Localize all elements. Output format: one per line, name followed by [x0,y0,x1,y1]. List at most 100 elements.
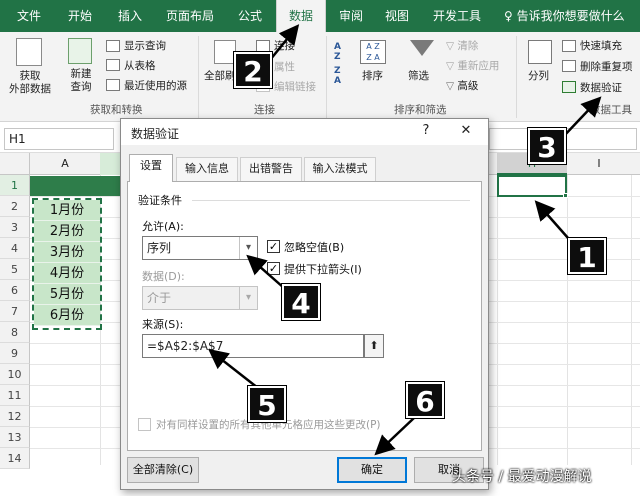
row-header[interactable]: 4 [0,238,30,259]
text-to-columns-button[interactable]: 分列 [528,68,549,83]
get-external-data-icon [16,38,42,66]
help-button[interactable]: ? [417,123,435,138]
row-header[interactable]: 13 [0,427,30,448]
tab-ime-mode[interactable]: 输入法模式 [304,157,376,181]
recent-sources-button[interactable]: 最近使用的源 [124,78,187,93]
data-select[interactable]: 介于 ▾ [142,286,258,310]
lightbulb-icon: ♀ [504,9,517,23]
row-header[interactable]: 14 [0,448,30,469]
group-sort-filter-label: 排序和筛选 [394,104,447,116]
selected-cell-h1[interactable] [497,175,567,197]
sort-button[interactable]: 排序 [362,68,383,83]
tell-me-box[interactable]: ♀ 告诉我你想要做什么 [504,0,638,32]
tab-home[interactable]: 开始 [56,0,104,32]
remove-duplicates-icon [562,60,576,72]
show-queries-button[interactable]: 显示查询 [124,38,166,53]
tab-formulas[interactable]: 公式 [228,0,272,32]
ignore-blank-checkbox[interactable]: ✓ [267,240,280,253]
data-validation-icon [562,81,576,93]
column-header-a[interactable]: A [30,153,100,175]
step-badge-5: 5 [248,386,286,422]
advanced-filter-label: 高级 [457,80,479,92]
tab-file[interactable]: 文件 [4,0,54,32]
row-header[interactable]: 9 [0,343,30,364]
sort-az-icon[interactable]: A Z [334,42,352,62]
clear-all-button[interactable]: 全部清除(C) [127,457,199,483]
select-all-corner[interactable] [0,153,30,175]
step-badge-4: 4 [282,284,320,320]
advanced-filter-button[interactable]: ▽ 高级 [446,78,478,93]
row-header[interactable]: 1 [0,175,30,196]
sort-za-icon[interactable]: Z A [334,66,352,86]
collapse-range-button[interactable]: ⬆ [364,334,384,358]
step-badge-1: 1 [568,238,606,274]
range-select-icon: ⬆ [369,339,379,352]
in-cell-dropdown-checkbox[interactable]: ✓ [267,262,280,275]
refresh-all-icon [214,40,236,64]
gridline [631,175,632,465]
group-divider [516,36,517,118]
criteria-divider [192,200,470,201]
group-get-transform-label: 获取和转换 [90,104,143,116]
allow-select[interactable]: 序列 ▾ [142,236,258,260]
connections-button[interactable]: 连接 [274,38,295,53]
close-button[interactable]: ✕ [457,123,475,138]
row-header[interactable]: 2 [0,196,30,217]
clear-filter-button[interactable]: ▽ 清除 [446,38,478,53]
tab-view[interactable]: 视图 [376,0,418,32]
source-label: 来源(S): [142,318,184,331]
properties-button[interactable]: 属性 [274,59,295,74]
edit-links-button[interactable]: 编辑链接 [274,79,316,94]
data-validation-button[interactable]: 数据验证 [580,80,622,95]
name-box[interactable]: H1 [4,128,114,150]
dialog-title: 数据验证 [131,127,180,141]
remove-duplicates-button[interactable]: 删除重复项 [580,59,633,74]
row-header[interactable]: 11 [0,385,30,406]
tell-me-text: 告诉我你想要做什么 [516,9,625,23]
flash-fill-icon [562,40,576,52]
step-badge-3: 3 [528,128,566,164]
cell-a1[interactable] [30,176,120,196]
gridline [567,175,568,465]
row-header[interactable]: 7 [0,301,30,322]
fill-handle[interactable] [563,193,568,198]
row-header[interactable]: 5 [0,259,30,280]
reapply-label: 重新应用 [457,60,500,72]
row-header[interactable]: 8 [0,322,30,343]
from-table-button[interactable]: 从表格 [124,58,156,73]
reapply-icon: ▽ [446,60,458,72]
criteria-heading: 验证条件 [138,194,182,207]
row-header[interactable]: 6 [0,280,30,301]
show-queries-icon [106,40,120,52]
group-divider [326,36,327,118]
tab-review[interactable]: 审阅 [330,0,372,32]
row-header[interactable]: 3 [0,217,30,238]
tab-data[interactable]: 数据 [276,0,326,32]
reapply-button[interactable]: ▽ 重新应用 [446,58,499,73]
column-header-i[interactable]: I [567,153,631,175]
connections-icon [256,40,270,52]
get-external-data-button[interactable]: 获取 外部数据 [4,70,56,96]
tab-settings[interactable]: 设置 [129,154,173,182]
row-header[interactable]: 10 [0,364,30,385]
tab-input-message[interactable]: 输入信息 [176,157,238,181]
column-header-b[interactable] [100,153,120,175]
advanced-filter-icon: ▽ [446,80,458,92]
filter-button[interactable]: 筛选 [408,68,429,83]
source-input[interactable]: =$A$2:$A$7 [142,334,364,358]
chevron-down-icon: ▾ [239,287,257,309]
tab-error-alert[interactable]: 出错警告 [240,157,302,181]
flash-fill-button[interactable]: 快速填充 [580,38,622,53]
ignore-blank-label: 忽略空值(B) [284,241,345,254]
apply-all-checkbox[interactable] [138,418,151,431]
in-cell-dropdown-label: 提供下拉箭头(I) [284,263,362,276]
new-query-button[interactable]: 新建 查询 [64,68,98,94]
filter-icon [410,40,434,56]
row-header[interactable]: 12 [0,406,30,427]
source-value: =$A$2:$A$7 [147,339,224,353]
tab-developer[interactable]: 开发工具 [422,0,492,32]
tab-page-layout[interactable]: 页面布局 [156,0,224,32]
tab-insert[interactable]: 插入 [108,0,152,32]
allow-label: 允许(A): [142,220,184,233]
ok-button[interactable]: 确定 [337,457,407,483]
